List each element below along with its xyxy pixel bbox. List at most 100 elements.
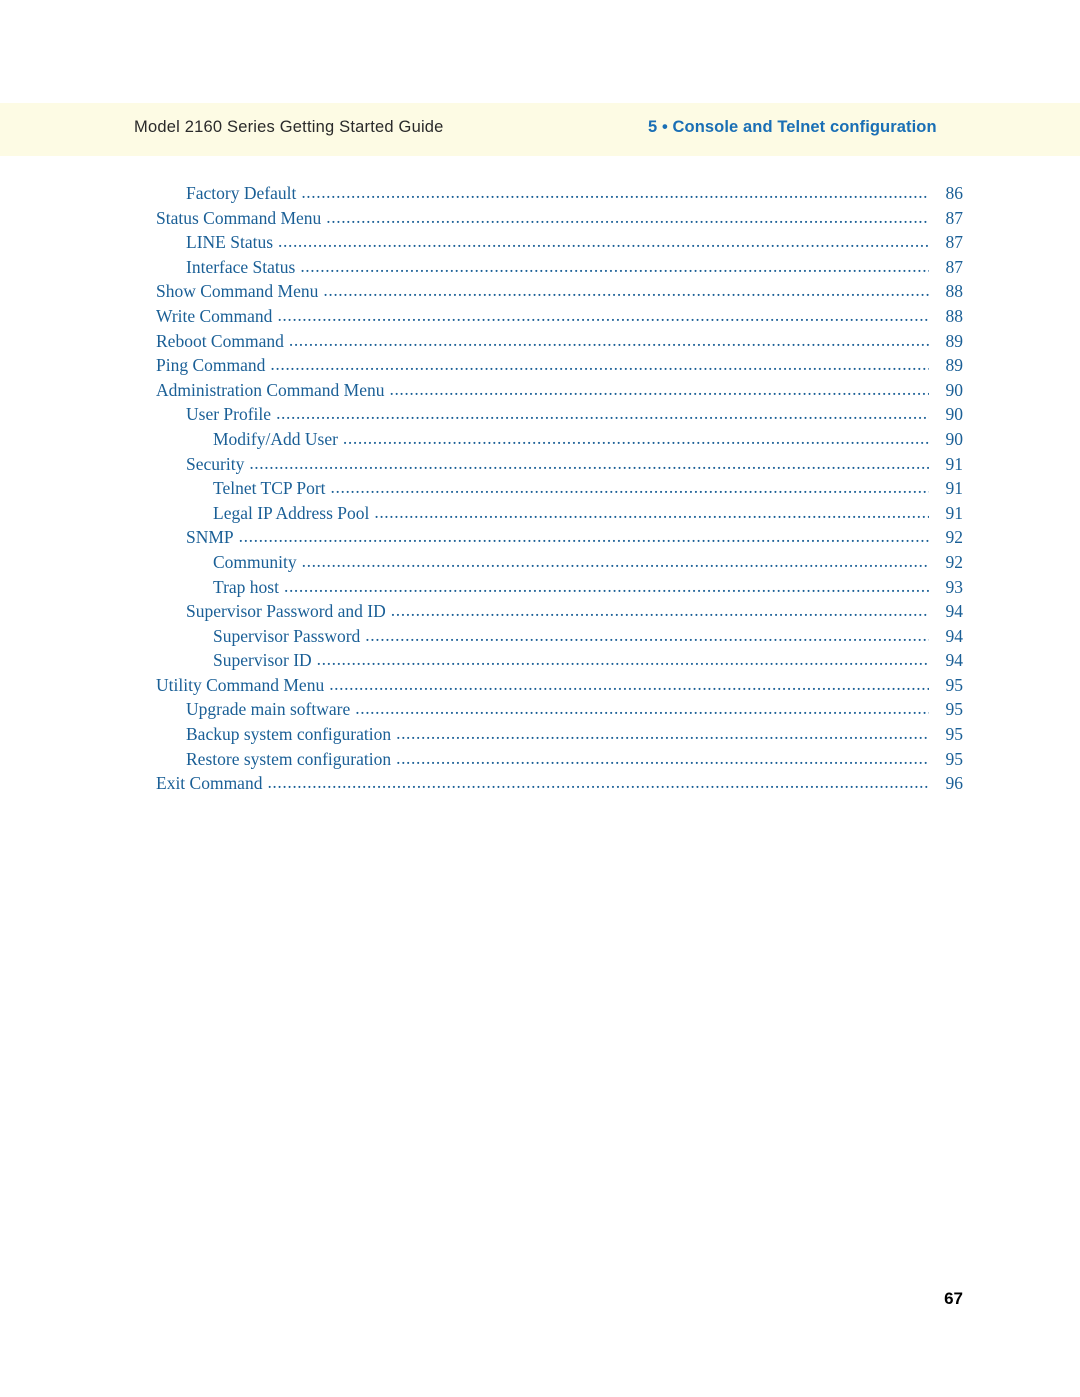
toc-leader-dots: ........................................… [238,526,929,547]
toc-entry-label: Factory Default [186,183,297,203]
toc-entry[interactable]: Reboot Command..........................… [0,329,1080,356]
toc-entry-label: LINE Status [186,232,274,253]
toc-entry-page-number: 86 [945,183,964,203]
toc-entry[interactable]: Community...............................… [0,550,1080,577]
toc-entry[interactable]: Supervisor ID...........................… [0,649,1080,675]
toc-entry[interactable]: Factory Default.........................… [0,182,1080,208]
toc-entry[interactable]: Write Command...........................… [0,304,1080,331]
toc-entry-label: Community [213,551,297,572]
toc-entry[interactable]: Status Command Menu.....................… [0,206,1080,233]
header-guide-title: Model 2160 Series Getting Started Guide [134,118,444,136]
document-page: Model 2160 Series Getting Started Guide … [0,0,1080,1397]
toc-leader-dots: ........................................… [278,231,929,252]
toc-leader-dots: ........................................… [330,477,929,498]
toc-entry-label: Interface Status [186,256,296,277]
toc-entry-page-number: 94 [945,601,964,622]
toc-entry[interactable]: Interface Status........................… [0,255,1080,282]
toc-entry-label: Telnet TCP Port [213,478,326,499]
toc-leader-dots: ........................................… [355,698,929,719]
toc-entry[interactable]: Supervisor Password and ID..............… [0,600,1080,626]
toc-entry[interactable]: Ping Command............................… [0,354,1080,380]
toc-leader-dots: ........................................… [301,182,929,202]
page-number: 67 [944,1289,963,1308]
toc-entry-label: Backup system configuration [186,724,392,745]
toc-entry-page-number: 91 [945,453,964,474]
toc-entry[interactable]: Utility Command Menu....................… [0,673,1080,700]
toc-leader-dots: ........................................… [288,329,929,350]
toc-leader-dots: ........................................… [249,452,929,473]
toc-entry-page-number: 88 [945,305,964,326]
toc-entry-page-number: 91 [945,502,964,523]
toc-entry-page-number: 91 [945,478,964,499]
toc-entry-label: Reboot Command [156,330,284,351]
toc-entry-page-number: 87 [945,256,964,277]
toc-entry-page-number: 95 [945,674,964,695]
toc-leader-dots: ........................................… [329,673,929,694]
toc-leader-dots: ........................................… [301,550,929,571]
toc-entry-label: Restore system configuration [186,748,392,769]
toc-entry-page-number: 89 [945,330,964,351]
toc-entry[interactable]: Show Command Menu.......................… [0,280,1080,306]
toc-leader-dots: ........................................… [276,403,929,424]
toc-entry-label: User Profile [186,404,272,425]
toc-leader-dots: ........................................… [283,575,929,596]
toc-leader-dots: ........................................… [374,501,929,522]
toc-entry-label: Administration Command Menu [156,379,385,400]
toc-entry-label: Supervisor Password and ID [186,601,386,622]
toc-leader-dots: ........................................… [316,649,929,670]
toc-leader-dots: ........................................… [326,206,929,227]
table-of-contents: Factory Default.........................… [0,182,1080,798]
toc-entry[interactable]: Telnet TCP Port.........................… [0,477,1080,503]
toc-entry[interactable]: User Profile............................… [0,403,1080,429]
toc-entry-label: Utility Command Menu [156,674,325,695]
toc-entry[interactable]: Upgrade main software...................… [0,698,1080,724]
toc-entry-page-number: 90 [945,428,964,449]
toc-entry[interactable]: Trap host...............................… [0,575,1080,602]
toc-entry-label: Ping Command [156,355,266,376]
toc-entry[interactable]: Supervisor Password.....................… [0,625,1080,651]
toc-leader-dots: ........................................… [267,772,929,793]
toc-entry-page-number: 87 [945,207,964,228]
toc-entry-page-number: 95 [945,724,964,745]
toc-leader-dots: ........................................… [300,255,929,276]
toc-entry-label: Legal IP Address Pool [213,502,370,523]
toc-entry-page-number: 95 [945,699,964,720]
toc-entry-page-number: 89 [945,355,964,376]
toc-entry-page-number: 88 [945,281,964,302]
header-chapter-title: 5 • Console and Telnet configuration [648,118,937,136]
toc-leader-dots: ........................................… [396,723,929,744]
toc-entry-page-number: 90 [945,404,964,425]
toc-entry-page-number: 87 [945,232,964,253]
toc-entry-page-number: 94 [945,625,964,646]
toc-entry[interactable]: Modify/Add User.........................… [0,427,1080,454]
toc-entry-page-number: 95 [945,748,964,769]
toc-entry[interactable]: Security................................… [0,452,1080,479]
toc-entry[interactable]: Backup system configuration.............… [0,723,1080,749]
toc-entry-label: Supervisor Password [213,625,361,646]
toc-entry-page-number: 94 [945,650,964,671]
toc-leader-dots: ........................................… [389,378,929,399]
toc-leader-dots: ........................................… [396,747,929,768]
toc-leader-dots: ........................................… [390,600,929,621]
toc-entry[interactable]: Exit Command............................… [0,772,1080,798]
toc-entry[interactable]: Restore system configuration............… [0,747,1080,774]
toc-entry[interactable]: SNMP....................................… [0,526,1080,552]
toc-entry[interactable]: Administration Command Menu.............… [0,378,1080,405]
toc-entry-label: Modify/Add User [213,428,338,449]
toc-entry[interactable]: LINE Status.............................… [0,231,1080,257]
toc-entry-label: Exit Command [156,773,263,794]
toc-leader-dots: ........................................… [342,427,929,448]
toc-entry-label: Upgrade main software [186,699,351,720]
toc-entry-label: Supervisor ID [213,650,312,671]
toc-entry-page-number: 90 [945,379,964,400]
toc-entry[interactable]: Legal IP Address Pool...................… [0,501,1080,528]
toc-entry-label: Status Command Menu [156,207,322,228]
toc-entry-page-number: 93 [945,576,964,597]
toc-entry-label: Show Command Menu [156,281,319,302]
toc-leader-dots: ........................................… [270,354,929,375]
toc-entry-label: Trap host [213,576,279,597]
toc-entry-label: Security [186,453,245,474]
toc-leader-dots: ........................................… [323,280,929,301]
toc-entry-label: Write Command [156,305,273,326]
toc-leader-dots: ........................................… [277,304,929,325]
